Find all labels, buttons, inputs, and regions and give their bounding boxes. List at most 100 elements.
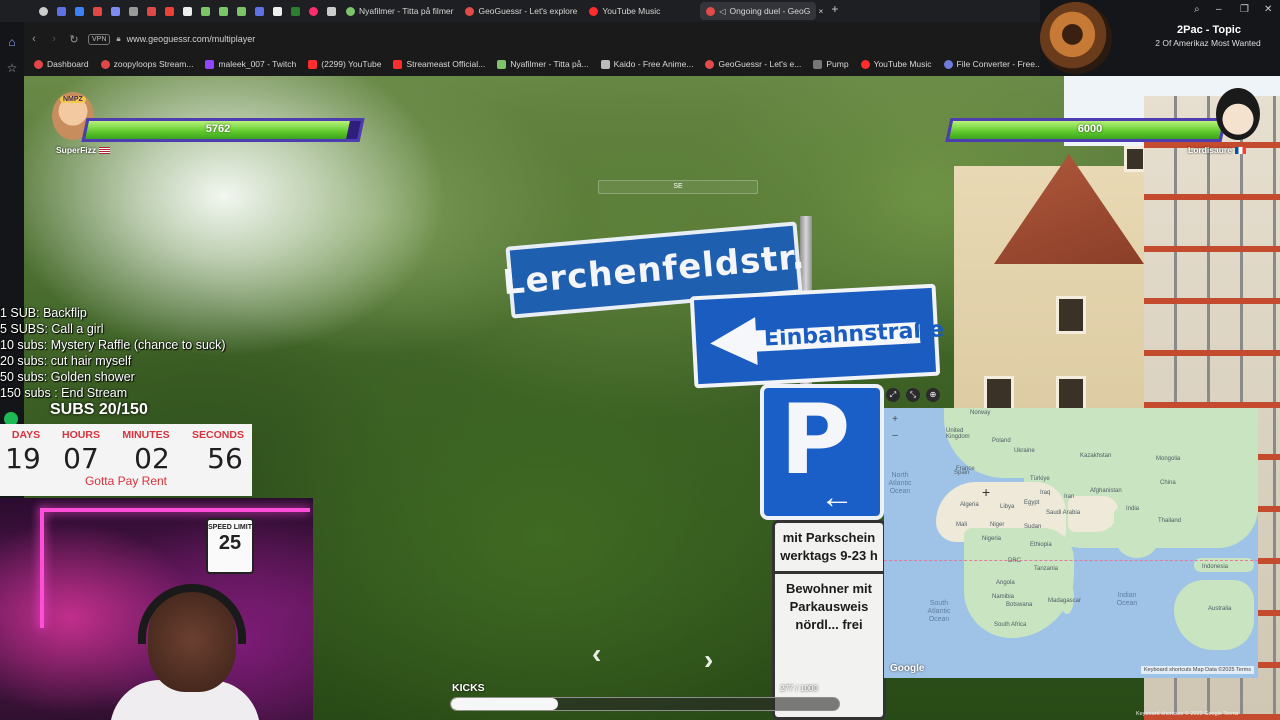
us-flag-icon bbox=[99, 147, 111, 155]
map-label: Botswana bbox=[1006, 602, 1033, 608]
timer-days-label: DAYS bbox=[11, 429, 41, 441]
speaker-icon[interactable]: ◁ bbox=[719, 7, 725, 16]
subs-counter: SUBS 20/150 bbox=[50, 401, 148, 418]
street-view-credits[interactable]: Keyboard shortcuts © 2023 Google Terms bbox=[1136, 711, 1238, 717]
tab-youtube-music[interactable]: YouTube Music bbox=[583, 2, 666, 20]
ocean-label: South Atlantic Ocean bbox=[927, 600, 951, 623]
bookmark-item[interactable]: File Converter - Free... bbox=[943, 59, 1043, 69]
landmass-australia bbox=[1174, 580, 1254, 650]
vpn-badge[interactable]: VPN bbox=[88, 33, 111, 45]
zoom-out-button[interactable]: – bbox=[888, 430, 902, 442]
bookmark-favicon-icon bbox=[497, 59, 507, 69]
back-arrow-icon[interactable]: ‹ bbox=[24, 33, 44, 45]
map-label: Australia bbox=[1208, 606, 1232, 612]
expand-map-icon[interactable]: ⤢ bbox=[886, 388, 900, 402]
pinned-tab[interactable] bbox=[214, 2, 232, 20]
player-left-health-value: 5762 bbox=[205, 123, 231, 135]
pinned-tab[interactable] bbox=[124, 2, 142, 20]
bookmark-favicon-icon bbox=[705, 59, 715, 69]
move-forward-arrow-icon[interactable]: › bbox=[704, 644, 713, 676]
pin-map-icon[interactable]: ⊕ bbox=[926, 388, 940, 402]
map-label: Sudan bbox=[1024, 524, 1042, 530]
pinned-tab[interactable] bbox=[142, 2, 160, 20]
map-label: Mongolia bbox=[1156, 456, 1181, 462]
building-window bbox=[1056, 296, 1086, 334]
map-label: Iran bbox=[1064, 494, 1075, 500]
player-left-tag: NMPZ bbox=[60, 96, 86, 103]
tab-favicon-icon bbox=[465, 6, 475, 16]
pinned-tab[interactable] bbox=[160, 2, 178, 20]
bookmark-item[interactable]: maleek_007 - Twitch bbox=[205, 59, 296, 69]
map-label: Thailand bbox=[1158, 518, 1182, 524]
search-icon[interactable]: ⌕ bbox=[1194, 4, 1200, 15]
bookmark-label: File Converter - Free... bbox=[956, 59, 1043, 69]
player-right-avatar bbox=[1216, 88, 1260, 140]
guess-map[interactable]: Norway United Kingdom Poland Ukraine Kaz… bbox=[884, 408, 1258, 678]
bookmark-item[interactable]: Streameast Official... bbox=[393, 59, 485, 69]
bookmark-item[interactable]: GeoGuessr - Let's e... bbox=[705, 59, 801, 69]
pinned-tab[interactable] bbox=[106, 2, 124, 20]
new-tab-button[interactable]: + bbox=[825, 2, 844, 20]
map-label: Algeria bbox=[960, 502, 979, 508]
timer-hours-value: 07 bbox=[63, 442, 99, 475]
parking-sign: P ← bbox=[760, 384, 884, 520]
bookmark-label: Nyafilmer - Titta på... bbox=[510, 59, 589, 69]
pinned-tab[interactable] bbox=[196, 2, 214, 20]
timer-minutes-label: MINUTES bbox=[122, 429, 170, 441]
forward-arrow-icon[interactable]: › bbox=[44, 33, 64, 45]
kicks-count: 277 / 1000 bbox=[780, 684, 818, 693]
pinned-tab[interactable] bbox=[232, 2, 250, 20]
map-label: Libya bbox=[1000, 504, 1015, 510]
tab-nyafilmer[interactable]: Nyafilmer - Titta på filmer bbox=[340, 2, 459, 20]
shrink-map-icon[interactable]: ⤡ bbox=[906, 388, 920, 402]
maximize-icon[interactable]: ❐ bbox=[1240, 4, 1249, 15]
bookmarks-bar: Dashboard zoopyloops Stream... maleek_00… bbox=[34, 56, 1042, 72]
minimize-icon[interactable]: – bbox=[1216, 4, 1222, 15]
bookmark-item[interactable]: Pump bbox=[813, 59, 849, 69]
move-back-arrow-icon[interactable]: ‹ bbox=[592, 638, 601, 670]
pinned-tab[interactable] bbox=[70, 2, 88, 20]
zoom-in-button[interactable]: + bbox=[888, 414, 902, 426]
pinned-tab[interactable] bbox=[286, 2, 304, 20]
neon-light bbox=[40, 508, 44, 628]
bookmark-item[interactable]: Dashboard bbox=[34, 59, 89, 69]
pinned-tab[interactable] bbox=[322, 2, 340, 20]
map-label: Madagascar bbox=[1048, 598, 1082, 604]
lock-icon[interactable]: 🔒︎ bbox=[116, 34, 120, 44]
close-window-icon[interactable]: ✕ bbox=[1264, 4, 1272, 15]
url-field[interactable]: www.geoguessr.com/multiplayer bbox=[127, 34, 256, 44]
pinned-tab[interactable] bbox=[268, 2, 286, 20]
bookmark-label: maleek_007 - Twitch bbox=[218, 59, 297, 69]
pinned-tab[interactable] bbox=[88, 2, 106, 20]
address-bar: ‹ › ↻ VPN 🔒︎ www.geoguessr.com/multiplay… bbox=[24, 28, 1034, 50]
bookmark-item[interactable]: (2299) YouTube bbox=[308, 59, 381, 69]
map-footer[interactable]: Keyboard shortcuts Map Data ©2025 Terms bbox=[1141, 666, 1254, 674]
map-label: Iraq bbox=[1040, 490, 1051, 496]
bookmark-favicon-icon bbox=[100, 59, 110, 69]
google-logo: Google bbox=[890, 663, 925, 674]
bookmark-item[interactable]: Kaido - Free Anime... bbox=[600, 59, 693, 69]
bookmark-icon[interactable]: ☆ bbox=[4, 60, 20, 76]
bookmark-item[interactable]: Nyafilmer - Titta på... bbox=[497, 59, 589, 69]
france-flag-icon bbox=[1234, 147, 1246, 155]
map-label: Spain bbox=[954, 470, 970, 476]
headphones bbox=[138, 584, 246, 644]
reload-icon[interactable]: ↻ bbox=[64, 33, 84, 46]
countdown-timer: DAYS HOURS MINUTES SECONDS 19 07 02 56 G… bbox=[0, 424, 252, 496]
pinned-tab[interactable] bbox=[178, 2, 196, 20]
kicks-progress-fill bbox=[451, 698, 559, 710]
tab-close-icon[interactable]: × bbox=[816, 2, 825, 20]
sub-goals-list: 1 SUB: Backflip 5 SUBS: Call a girl 10 s… bbox=[0, 305, 255, 401]
now-playing-title: 2Pac - Topic bbox=[1177, 24, 1241, 36]
map-label: Egypt bbox=[1024, 500, 1040, 506]
tab-label: Nyafilmer - Titta på filmer bbox=[359, 6, 454, 16]
bookmark-item[interactable]: zoopyloops Stream... bbox=[100, 59, 193, 69]
pinned-tab[interactable] bbox=[34, 2, 52, 20]
tab-ongoing-duel[interactable]: ◁ Ongoing duel - GeoG bbox=[700, 2, 817, 20]
pinned-tab[interactable] bbox=[304, 2, 322, 20]
bookmark-item[interactable]: YouTube Music bbox=[860, 59, 932, 69]
home-icon[interactable]: ⌂ bbox=[4, 34, 20, 50]
pinned-tab[interactable] bbox=[250, 2, 268, 20]
tab-geoguessr[interactable]: GeoGuessr - Let's explore bbox=[459, 2, 583, 20]
pinned-tab[interactable] bbox=[52, 2, 70, 20]
